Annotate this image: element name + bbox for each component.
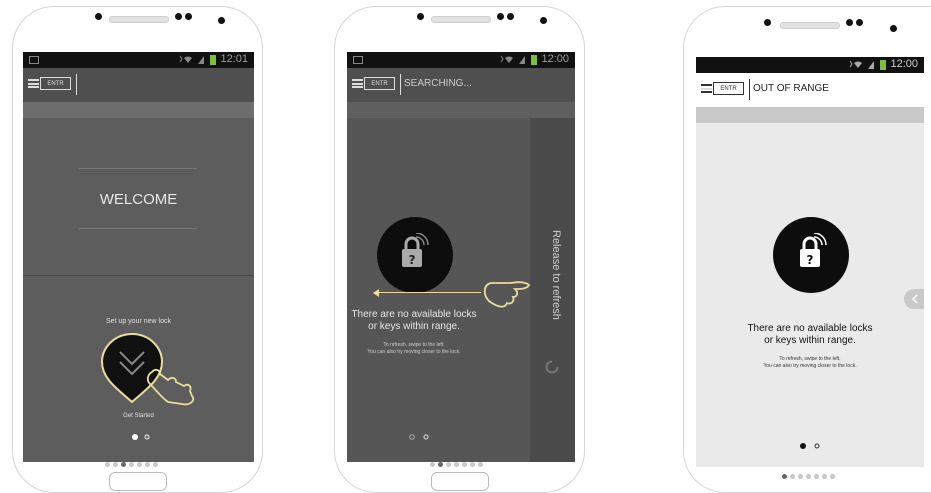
sensor bbox=[497, 13, 504, 20]
app-bar: ENTR OUT OF RANGE bbox=[696, 73, 924, 107]
app-bar: ENTR bbox=[23, 68, 254, 102]
menu-icon[interactable] bbox=[352, 79, 363, 88]
bluetooth-icon bbox=[849, 60, 874, 69]
no-locks-message-line1: There are no available locks bbox=[747, 323, 873, 334]
screen: 12:01 ENTR WELCOME Set up your new lock … bbox=[23, 52, 254, 462]
status-time: 12:00 bbox=[541, 53, 569, 65]
status-time: 12:00 bbox=[890, 58, 918, 70]
svg-text:?: ? bbox=[409, 253, 416, 267]
refresh-hint-line1: To refresh, swipe to the left. bbox=[779, 356, 841, 362]
screen-indicator bbox=[105, 462, 175, 468]
entr-logo: ENTR bbox=[40, 77, 71, 90]
screen: 12:00 ENTR SEARCHING... Release to refre… bbox=[347, 52, 575, 462]
refresh-hint-line2: You can also try moving closer to the lo… bbox=[763, 363, 857, 369]
title-divider bbox=[76, 74, 77, 95]
sensor bbox=[890, 25, 897, 32]
welcome-heading: WELCOME bbox=[99, 191, 178, 208]
front-camera bbox=[417, 13, 424, 20]
welcome-divider-bottom bbox=[79, 228, 197, 229]
status-time: 12:01 bbox=[220, 53, 248, 65]
svg-text:?: ? bbox=[807, 253, 814, 267]
get-started-button[interactable] bbox=[100, 328, 210, 408]
signal-icon bbox=[500, 55, 525, 64]
release-to-refresh-label: Release to refresh bbox=[550, 230, 562, 320]
setup-label: Set up your new lock bbox=[106, 318, 171, 325]
refresh-icon bbox=[814, 443, 820, 449]
entr-logo: ENTR bbox=[364, 77, 395, 90]
earpiece bbox=[109, 16, 169, 23]
section-divider bbox=[23, 275, 254, 276]
refresh-icon bbox=[144, 434, 150, 440]
front-camera bbox=[764, 19, 771, 26]
notification-icon bbox=[353, 56, 363, 64]
battery-icon bbox=[531, 55, 537, 65]
page-title: OUT OF RANGE bbox=[753, 83, 829, 94]
title-divider bbox=[749, 79, 750, 100]
welcome-divider-top bbox=[79, 168, 197, 169]
status-bar: 12:00 bbox=[696, 57, 924, 73]
refresh-icon bbox=[423, 434, 429, 440]
refresh-hint-line1: To refresh, swipe to the left. bbox=[383, 342, 445, 348]
sensor bbox=[175, 13, 182, 20]
no-locks-message-line2: or keys within range. bbox=[764, 335, 856, 346]
screen-indicator bbox=[430, 462, 500, 468]
swipe-arrow-icon bbox=[375, 292, 481, 293]
app-bar: ENTR SEARCHING... bbox=[347, 68, 575, 102]
phone-searching: 12:00 ENTR SEARCHING... Release to refre… bbox=[334, 6, 585, 493]
sub-bar bbox=[347, 102, 575, 118]
page-title: SEARCHING... bbox=[404, 78, 472, 89]
swipe-arrow-head bbox=[373, 289, 379, 297]
sensor bbox=[185, 13, 192, 20]
page-indicator-inactive bbox=[409, 434, 415, 440]
page-indicator-active bbox=[132, 434, 138, 440]
get-started-label[interactable]: Get Started bbox=[23, 413, 254, 419]
lock-question-icon: ? bbox=[402, 233, 429, 267]
screen-indicator bbox=[782, 474, 852, 480]
sensor bbox=[507, 13, 514, 20]
phone-welcome: 12:01 ENTR WELCOME Set up your new lock … bbox=[12, 6, 263, 493]
no-locks-message-line1: There are no available locks bbox=[351, 309, 477, 320]
battery-icon bbox=[880, 60, 886, 70]
earpiece bbox=[780, 22, 840, 29]
page-indicator-active bbox=[800, 443, 806, 449]
menu-icon[interactable] bbox=[701, 84, 712, 93]
sensor bbox=[540, 17, 547, 24]
notification-icon bbox=[29, 56, 39, 64]
hand-pointer-icon bbox=[483, 281, 531, 308]
refresh-hint-line2: You can also try moving closer to the lo… bbox=[367, 349, 461, 355]
wifi-icon bbox=[179, 55, 204, 64]
entr-logo: ENTR bbox=[713, 82, 744, 95]
swipe-hint-tab[interactable] bbox=[904, 289, 924, 309]
status-bar: 12:00 bbox=[347, 52, 575, 68]
battery-icon bbox=[210, 55, 216, 65]
status-bar: 12:01 bbox=[23, 52, 254, 68]
chevron-left-icon bbox=[911, 294, 918, 304]
phone-out-of-range: 12:00 ENTR OUT OF RANGE ? There are no a… bbox=[683, 6, 931, 493]
no-locks-message-line2: or keys within range. bbox=[368, 321, 460, 332]
earpiece bbox=[431, 16, 491, 23]
refresh-icon bbox=[545, 360, 559, 374]
sensor bbox=[218, 17, 225, 24]
sub-bar bbox=[696, 107, 924, 123]
sensor bbox=[846, 19, 853, 26]
lock-question-icon: ? bbox=[800, 233, 827, 267]
screen: 12:00 ENTR OUT OF RANGE ? There are no a… bbox=[696, 57, 924, 467]
menu-icon[interactable] bbox=[28, 79, 39, 88]
sensor bbox=[856, 19, 863, 26]
title-divider bbox=[400, 74, 401, 95]
front-camera bbox=[95, 13, 102, 20]
sub-bar bbox=[23, 102, 254, 118]
home-button[interactable] bbox=[109, 472, 167, 491]
home-button[interactable] bbox=[431, 472, 489, 491]
